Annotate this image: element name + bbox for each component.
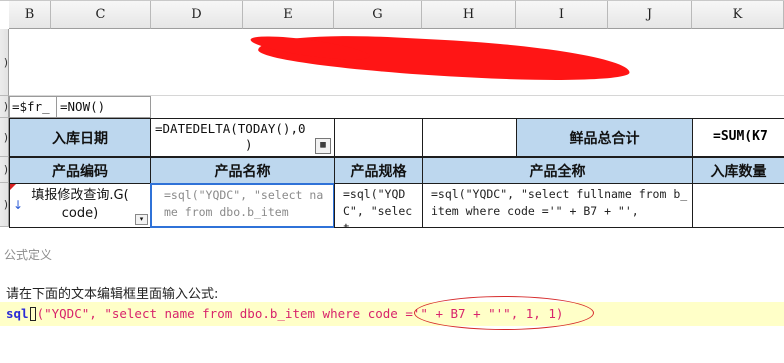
column-header-g[interactable]: G: [334, 1, 422, 29]
header-text: 产品全称: [529, 163, 586, 180]
header-text: 产品编码: [52, 163, 108, 180]
redaction-mark: [257, 30, 631, 86]
row-header-5[interactable]: ): [0, 183, 9, 227]
column-label: D: [191, 7, 202, 22]
column-header-h[interactable]: H: [422, 1, 516, 29]
header-in-quantity[interactable]: 入库数量: [692, 157, 784, 184]
dropdown-icon[interactable]: ▾: [135, 214, 148, 225]
column-header-d[interactable]: D: [151, 1, 243, 29]
column-label: C: [95, 7, 106, 22]
header-text: 入库数量: [710, 163, 767, 180]
formula-function: sql: [6, 306, 29, 321]
column-header-j[interactable]: J: [608, 1, 692, 29]
highlight-oval: [414, 296, 594, 330]
comment-indicator-icon: [10, 184, 16, 190]
cell-c2[interactable]: =NOW(): [56, 96, 151, 118]
cell-name-formula-selected[interactable]: =sql("YQDC", "select name from dbo.b_ite…: [150, 183, 335, 228]
column-label: B: [24, 7, 35, 22]
text-cursor: [29, 307, 36, 321]
row-label: ): [3, 163, 8, 176]
column-header-k[interactable]: K: [692, 1, 784, 29]
row-label: ): [3, 198, 8, 211]
code-query-line2: code): [61, 206, 99, 221]
header-text: 产品名称: [214, 163, 271, 180]
cell-h3[interactable]: [422, 118, 517, 157]
date-formula-text: =DATEDELTA(TODAY(),0: [155, 121, 306, 136]
column-label: I: [558, 7, 565, 22]
calendar-icon[interactable]: ▦: [315, 138, 331, 154]
column-label: G: [372, 7, 383, 22]
row-label: ): [3, 130, 8, 144]
cell-g3[interactable]: [334, 118, 423, 157]
cell-code-query[interactable]: ↓ 填报修改查询.G( code) ▾: [9, 183, 151, 228]
header-product-name[interactable]: 产品名称: [150, 157, 335, 184]
row-header-4[interactable]: ): [0, 157, 9, 183]
cell-b2[interactable]: =$fr_: [9, 96, 57, 118]
row-label: ): [3, 100, 8, 113]
row-header-1[interactable]: ): [0, 29, 9, 96]
cell-sum-formula[interactable]: =SUM(K7: [692, 118, 784, 157]
code-query-line1: 填报修改查询.G(: [31, 188, 129, 203]
header-product-code[interactable]: 产品编码: [9, 157, 151, 184]
panel-title: 公式定义: [4, 248, 53, 262]
header-text: 产品规格: [350, 163, 407, 180]
column-label: H: [462, 7, 475, 22]
formula-prompt: 请在下面的文本编辑框里面输入公式:: [6, 287, 219, 302]
column-label: K: [732, 7, 743, 22]
column-header-b[interactable]: B: [9, 1, 51, 29]
row-label: ): [3, 55, 8, 69]
arrow-down-icon: ↓: [13, 198, 24, 212]
spreadsheet[interactable]: B C D E G H I J K ) ) ) ) ) =$fr_ =NOW()…: [0, 0, 784, 232]
formula-open-paren: (: [36, 306, 45, 321]
column-header-i[interactable]: I: [516, 1, 608, 29]
entry-date-text: 入库日期: [52, 130, 108, 147]
header-product-spec[interactable]: 产品规格: [334, 157, 423, 184]
column-label: J: [646, 7, 653, 22]
cell-spec-formula[interactable]: =sql("YQD C", "select: [334, 183, 423, 228]
row-header-3[interactable]: ): [0, 118, 9, 157]
cell-fullname-formula[interactable]: =sql("YQDC", "select fullname from b_ite…: [422, 183, 693, 228]
cell-total-label[interactable]: 鲜品总合计: [516, 118, 693, 157]
column-label: E: [283, 7, 293, 22]
date-formula-cont: ): [245, 137, 253, 152]
cell-date-formula[interactable]: =DATEDELTA(TODAY(),0 ) ▦: [150, 118, 335, 157]
row-header-2[interactable]: ): [0, 96, 9, 118]
column-header-e[interactable]: E: [243, 1, 334, 29]
header-product-fullname[interactable]: 产品全称: [422, 157, 693, 184]
column-header-c[interactable]: C: [51, 1, 151, 29]
cell-entry-date-label[interactable]: 入库日期: [9, 118, 151, 157]
cell-in-quantity[interactable]: [692, 183, 784, 228]
total-label-text: 鲜品总合计: [569, 130, 640, 147]
